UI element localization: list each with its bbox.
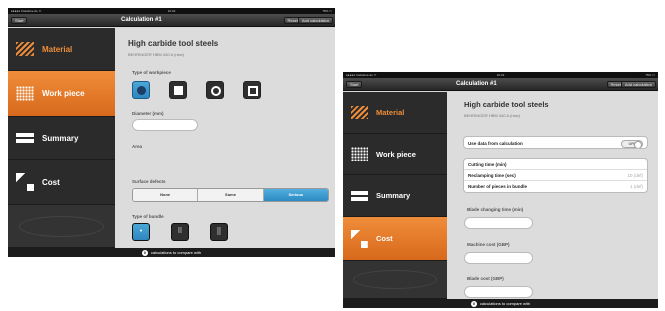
- screen-work-piece: ●●●●● Vodafone.de ᯤ 10:43 75% ▭ Start Ca…: [8, 8, 335, 257]
- cost-icon: [351, 230, 368, 248]
- table-row[interactable]: Cutting time (min): [464, 159, 647, 170]
- add-calculation-button[interactable]: Add calculation: [297, 17, 333, 24]
- sidebar-item-label: Cost: [376, 234, 393, 243]
- bundle-stacked-icon[interactable]: ⣿: [210, 223, 228, 241]
- sidebar: Material Work piece Summary Cost: [343, 92, 447, 299]
- material-subtitle: BEHRINGER HBM 440 A (new): [128, 52, 185, 57]
- cost-panel: High carbide tool steels BEHRINGER HBM 4…: [447, 92, 658, 299]
- sidebar-item-summary[interactable]: Summary: [343, 175, 447, 217]
- list-icon: [351, 190, 368, 202]
- surface-defects-label: Surface defects: [132, 179, 166, 184]
- grid-icon: [351, 147, 368, 161]
- sidebar-item-label: Summary: [42, 134, 79, 143]
- diameter-input[interactable]: [132, 119, 198, 131]
- time-settings-group: Cutting time (min) Reclamping time (sec)…: [463, 158, 648, 193]
- cost-icon: [16, 173, 34, 191]
- machine-cost-label: Machine cost (GBP): [467, 242, 510, 247]
- tube-round-icon[interactable]: [206, 81, 224, 99]
- material-title: High carbide tool steels: [128, 39, 219, 48]
- table-row[interactable]: Reclamping time (sec) 10 (def): [464, 170, 647, 181]
- bundle-single-icon[interactable]: •: [132, 223, 150, 241]
- sidebar-item-cost[interactable]: Cost: [8, 160, 115, 205]
- surface-option-none[interactable]: None: [133, 189, 199, 201]
- use-data-label: Use data from calculation: [468, 141, 523, 146]
- start-button[interactable]: Start: [346, 81, 363, 88]
- add-calculation-button[interactable]: Add calculation: [620, 81, 656, 88]
- workpiece-type-label: Type of workpiece: [132, 70, 171, 75]
- row-value: 10 (def): [627, 173, 643, 178]
- use-data-group: Use data from calculation OFF: [463, 136, 648, 149]
- blade-changing-time-input[interactable]: [464, 217, 533, 229]
- machine-cost-input[interactable]: [464, 252, 533, 264]
- blade-cost-label: Blade cost (GBP): [467, 276, 504, 281]
- material-title: High carbide tool steels: [464, 100, 549, 109]
- tube-square-icon[interactable]: [243, 81, 261, 99]
- blade-cost-input[interactable]: [464, 286, 533, 298]
- use-data-toggle[interactable]: OFF: [621, 140, 643, 148]
- blade-changing-time-label: Blade changing time (min): [467, 207, 524, 212]
- material-subtitle: BEHRINGER HBM 440 A (new): [464, 113, 521, 118]
- compare-footer-label: calculations to compare with: [479, 301, 531, 306]
- row-label: Reclamping time (sec): [468, 173, 516, 178]
- list-icon: [16, 132, 34, 144]
- work-piece-panel: High carbide tool steels BEHRINGER HBM 4…: [115, 28, 335, 248]
- screen-cost: ●●●●● Vodafone.de ᯤ 10:43 75% ▭ Start Ca…: [343, 72, 658, 308]
- row-label: Number of pieces in bundle: [468, 184, 528, 189]
- sidebar-item-work-piece[interactable]: Work piece: [343, 134, 447, 175]
- stripes-icon: [351, 106, 368, 119]
- sidebar-item-label: Summary: [376, 191, 411, 200]
- bundle-square-icon[interactable]: ⠿: [171, 223, 189, 241]
- toggle-state-label: OFF: [628, 142, 636, 146]
- start-button[interactable]: Start: [11, 17, 28, 24]
- sidebar-item-label: Material: [42, 45, 73, 54]
- surface-option-some[interactable]: Some: [198, 189, 264, 201]
- page-title: Calculation #1: [456, 81, 497, 87]
- sidebar-item-label: Cost: [42, 178, 60, 187]
- row-value: 1 (def): [629, 184, 643, 189]
- page-title: Calculation #1: [121, 17, 162, 23]
- sidebar-logo: [343, 261, 447, 299]
- area-label: Area: [132, 144, 143, 149]
- use-data-row: Use data from calculation OFF: [464, 137, 647, 148]
- fish-logo-icon: [353, 270, 437, 289]
- nav-bar: Start Calculation #1 Reset Add calculati…: [8, 14, 335, 27]
- solid-square-icon[interactable]: [169, 81, 187, 99]
- sidebar-item-summary[interactable]: Summary: [8, 117, 115, 160]
- sidebar-item-material[interactable]: Material: [343, 92, 447, 134]
- sidebar-item-work-piece[interactable]: Work piece: [8, 71, 115, 117]
- table-row[interactable]: Number of pieces in bundle 1 (def): [464, 181, 647, 192]
- compare-footer-label: calculations to compare with: [150, 250, 202, 255]
- compare-count-badge: 0: [141, 249, 148, 256]
- sidebar-item-label: Work piece: [42, 89, 85, 98]
- surface-option-serious[interactable]: Serious: [263, 189, 328, 201]
- sidebar-item-material[interactable]: Material: [8, 28, 115, 71]
- compare-count-badge: 0: [470, 300, 477, 307]
- sidebar: Material Work piece Summary Cost: [8, 28, 115, 248]
- bundle-type-label: Type of bundle: [132, 214, 164, 219]
- compare-footer[interactable]: 0 calculations to compare with: [343, 299, 658, 308]
- nav-bar: Start Calculation #1 Reset Add calculati…: [343, 78, 658, 91]
- surface-defects-selector: None Some Serious: [132, 188, 329, 202]
- stripes-icon: [16, 42, 34, 56]
- solid-round-icon[interactable]: [132, 81, 150, 99]
- sidebar-logo: [8, 205, 115, 248]
- grid-icon: [16, 86, 34, 101]
- row-label: Cutting time (min): [468, 162, 507, 167]
- sidebar-item-label: Material: [376, 108, 405, 117]
- diameter-label: Diameter (mm): [132, 111, 164, 116]
- sidebar-item-cost[interactable]: Cost: [343, 217, 447, 261]
- fish-logo-icon: [18, 215, 105, 237]
- sidebar-item-label: Work piece: [376, 150, 416, 159]
- compare-footer[interactable]: 0 calculations to compare with: [8, 248, 335, 257]
